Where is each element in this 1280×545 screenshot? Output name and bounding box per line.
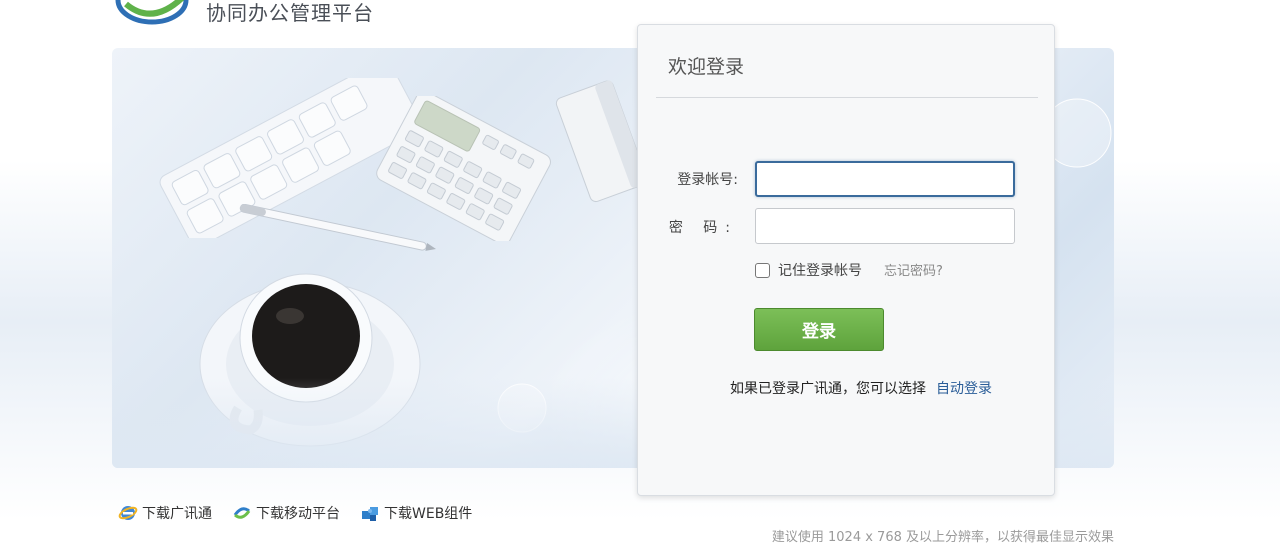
login-page: 协同办公管理平台 欢迎登录 登录帐号: 密 码: 记住登录帐号 忘记密码? 登录… xyxy=(0,0,1280,545)
login-title: 欢迎登录 xyxy=(668,56,745,78)
forgot-password-link[interactable]: 忘记密码? xyxy=(884,260,943,279)
remember-account-label: 记住登录帐号 xyxy=(778,263,862,279)
ie-globe-icon xyxy=(118,506,138,520)
download-web-component-label: 下载WEB组件 xyxy=(384,506,473,522)
download-gxt-label: 下载广讯通 xyxy=(142,506,212,522)
download-links: 下载广讯通 下载移动平台 下载WEB组件 xyxy=(118,503,472,523)
puzzle-component-icon xyxy=(362,507,378,521)
login-card: 欢迎登录 登录帐号: 密 码: 记住登录帐号 忘记密码? 登录 如果已登录广讯通… xyxy=(637,24,1055,496)
remember-account-checkbox[interactable]: 记住登录帐号 xyxy=(755,261,862,279)
pen-image xyxy=(239,204,437,251)
checkbox-box[interactable] xyxy=(755,262,770,278)
account-label: 登录帐号: xyxy=(677,172,738,188)
auto-login-hint: 如果已登录广讯通，您可以选择 自动登录 xyxy=(730,378,992,398)
password-input[interactable] xyxy=(755,208,1015,244)
book-image xyxy=(555,80,642,203)
account-input[interactable] xyxy=(755,161,1015,197)
title-divider xyxy=(656,97,1038,98)
mobile-platform-icon xyxy=(233,507,251,519)
auto-login-text: 如果已登录广讯通，您可以选择 xyxy=(730,381,926,397)
download-mobile-link[interactable]: 下载移动平台 xyxy=(232,503,340,523)
app-title: 协同办公管理平台 xyxy=(206,1,374,25)
resolution-note: 建议使用 1024 x 768 及以上分辨率，以获得最佳显示效果 xyxy=(771,530,1114,545)
download-gxt-link[interactable]: 下载广讯通 xyxy=(118,503,212,523)
auto-login-link[interactable]: 自动登录 xyxy=(936,381,992,397)
password-label: 密 码: xyxy=(668,220,738,236)
download-web-component-link[interactable]: 下载WEB组件 xyxy=(360,503,472,523)
login-button[interactable]: 登录 xyxy=(754,308,884,351)
logo-icon xyxy=(115,0,189,25)
download-mobile-label: 下载移动平台 xyxy=(256,506,340,522)
